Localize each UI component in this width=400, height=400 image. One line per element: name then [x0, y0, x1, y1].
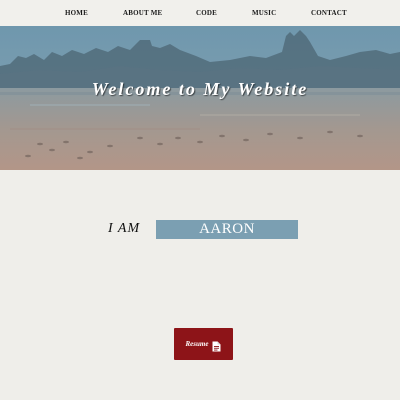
nav-music-link[interactable]: MUSIC: [252, 9, 276, 17]
top-navigation: HOME ABOUT ME CODE MUSIC CONTACT: [0, 0, 400, 26]
resume-label: Resume: [185, 340, 209, 348]
hero-banner: Welcome to My Website: [0, 26, 400, 170]
document-icon: [212, 339, 221, 351]
hero-title: Welcome to My Website: [91, 79, 309, 99]
nav-code-link[interactable]: CODE: [196, 9, 217, 17]
intro-name-box: AARON: [156, 220, 298, 239]
resume-button[interactable]: Resume: [174, 328, 233, 360]
intro-prefix: I AM: [108, 221, 141, 236]
nav-contact-link[interactable]: CONTACT: [311, 9, 347, 17]
nav-home-link[interactable]: HOME: [65, 9, 88, 17]
nav-about-me-link[interactable]: ABOUT ME: [123, 9, 162, 17]
